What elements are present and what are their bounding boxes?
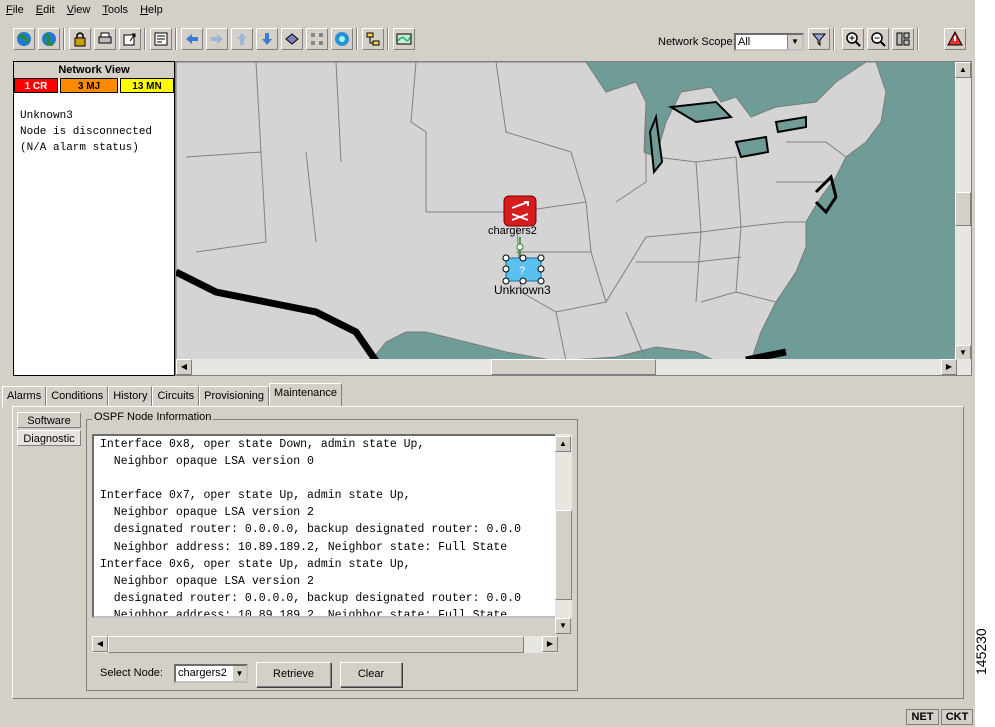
figure-number: 145230 [973,628,989,675]
print-icon[interactable] [94,28,116,50]
minor-alarm-count[interactable]: 13 MN [120,78,174,93]
lock-icon[interactable] [69,28,91,50]
ospf-group-title: OSPF Node Information [92,411,214,423]
back-arrow-icon[interactable] [181,28,203,50]
ospf-horizontal-scrollbar[interactable]: ◀ ▶ [92,636,558,653]
tab-history[interactable]: History [108,386,153,407]
globe-icon[interactable] [13,28,35,50]
subtab-software[interactable]: Software [17,412,81,428]
tab-alarms[interactable]: Alarms [2,386,47,407]
net-status-indicator: NET [906,709,939,725]
scroll-thumb[interactable] [491,359,656,375]
retrieve-button[interactable]: Retrieve [256,662,331,687]
toolbar-separator [356,28,358,50]
node-label-unknown3: Unknown3 [494,283,551,297]
zoom-in-icon[interactable] [842,28,864,50]
layout-icon[interactable] [892,28,914,50]
web-icon[interactable] [331,28,353,50]
ospf-vertical-scrollbar[interactable]: ▲ ▼ [555,434,572,634]
toolbar-separator [833,28,835,50]
clear-button[interactable]: Clear [340,662,402,687]
network-icon[interactable] [306,28,328,50]
network-map[interactable]: chargers2 ? Unknown3 ▲ ▼ ◀ ▶ [175,61,972,376]
zoom-out-icon[interactable] [867,28,889,50]
select-node-label: Select Node: [100,667,163,679]
alarm-warning-icon[interactable] [944,28,966,50]
us-map: chargers2 ? Unknown3 [176,62,887,361]
menu-view[interactable]: View [61,4,97,16]
tree-icon[interactable] [362,28,384,50]
tab-maintenance[interactable]: Maintenance [269,383,343,407]
select-node-dropdown[interactable]: chargers2 ▼ [174,664,248,683]
tab-provisioning[interactable]: Provisioning [199,386,270,407]
properties-icon[interactable] [150,28,172,50]
ckt-status-indicator: CKT [941,709,973,725]
scroll-up-icon[interactable]: ▲ [555,436,571,452]
toolbar: Network Scope: All ▼ [0,22,975,56]
menu-edit[interactable]: Edit [30,4,61,16]
router-node-icon [503,195,537,227]
scroll-thumb[interactable] [108,636,524,653]
critical-alarm-count[interactable]: 1 CR [14,78,58,93]
scroll-left-icon[interactable]: ◀ [92,636,108,652]
toolbar-separator [144,28,146,50]
scroll-up-icon[interactable]: ▲ [955,62,971,78]
network-scope-value: All [738,36,751,48]
major-alarm-count[interactable]: 3 MJ [60,78,118,93]
chevron-down-icon[interactable]: ▼ [787,35,802,49]
scroll-down-icon[interactable]: ▼ [555,618,571,634]
application-window: File Edit View Tools Help Network Scope:… [0,0,975,727]
menu-file[interactable]: File [0,4,30,16]
node-status-text: Unknown3 Node is disconnected (N/A alarm… [20,110,153,154]
scroll-right-icon[interactable]: ▶ [941,359,957,375]
link-handle [516,243,524,251]
network-scope-select[interactable]: All ▼ [734,33,804,51]
up-arrow-icon[interactable] [231,28,253,50]
ospf-info-text[interactable]: Interface 0x8, oper state Down, admin st… [92,434,562,618]
home-node-icon[interactable] [281,28,303,50]
map-horizontal-scrollbar[interactable]: ◀ ▶ [176,359,971,375]
down-arrow-icon[interactable] [256,28,278,50]
network-view-panel: Network View 1 CR 3 MJ 13 MN Unknown3 No… [13,61,175,376]
ospf-info-content: Interface 0x8, oper state Down, admin st… [100,438,521,618]
scroll-thumb[interactable] [555,510,572,600]
node-label-chargers2: chargers2 [488,225,537,237]
select-node-value: chargers2 [178,667,227,679]
scroll-left-icon[interactable]: ◀ [176,359,192,375]
tab-conditions[interactable]: Conditions [46,386,109,407]
map-vertical-scrollbar[interactable]: ▲ ▼ [955,62,971,361]
toolbar-separator [63,28,65,50]
tab-circuits[interactable]: Circuits [152,386,200,407]
bottom-tabs: Alarms Conditions History Circuits Provi… [2,383,343,407]
globe-alt-icon[interactable] [38,28,60,50]
toolbar-separator [917,28,919,50]
export-icon[interactable] [119,28,141,50]
scroll-right-icon[interactable]: ▶ [542,636,558,652]
unknown-node-glyph: ? [519,265,525,277]
chevron-down-icon[interactable]: ▼ [233,666,246,681]
subtab-diagnostic[interactable]: Diagnostic [17,430,81,446]
menu-tools[interactable]: Tools [96,4,134,16]
toolbar-separator [175,28,177,50]
network-scope-label: Network Scope: [658,36,736,48]
scroll-thumb[interactable] [955,192,971,226]
menu-bar: File Edit View Tools Help [0,0,975,20]
toolbar-separator [387,28,389,50]
menu-help[interactable]: Help [134,4,169,16]
map-icon[interactable] [393,28,415,50]
network-view-title: Network View [14,62,174,78]
filter-icon[interactable] [808,28,830,50]
forward-arrow-icon[interactable] [206,28,228,50]
